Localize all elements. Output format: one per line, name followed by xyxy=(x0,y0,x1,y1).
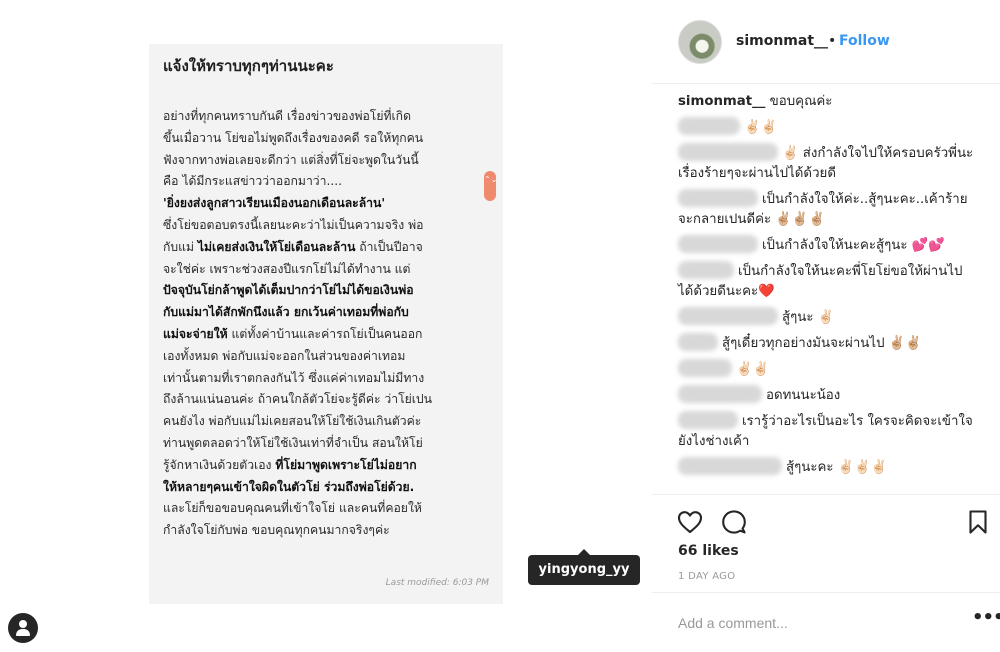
post-timestamp[interactable]: 1 DAY AGO xyxy=(678,571,735,582)
comment-text: สู้ๆนะคะ ✌🏻✌🏻✌🏻 xyxy=(786,460,888,475)
note-line-bold: 'ยิ่งยงส่งลูกสาวเรียนเมืองนอกเดือนละล้าน… xyxy=(163,196,386,211)
note-line-bold: ที่โย่มาพูดเพราะโย่ไม่อยาก xyxy=(275,457,417,472)
note-body: อย่างที่ทุกคนทราบกันดี เรื่องข่าวของพ่อโ… xyxy=(163,106,493,542)
username-link[interactable]: simonmat__ xyxy=(736,33,828,49)
post-header: simonmat__ • Follow xyxy=(652,0,1000,84)
post-sidebar: simonmat__ • Follow simonmat__ ขอบคุณค่ะ… xyxy=(652,0,1000,652)
note-screenshot: แจ้งให้ทราบทุกๆท่านนะคะ อย่างที่ทุกคนทรา… xyxy=(149,44,503,604)
note-title: แจ้งให้ทราบทุกๆท่านนะคะ xyxy=(163,57,334,75)
note-line: คนยังไง พ่อกับแม่ไม่เคยสอนให้โย่ใช้เงินเ… xyxy=(163,414,422,429)
comment-text: เป็นกำลังใจให้นะคะสู้ๆนะ 💕💕 xyxy=(762,238,945,253)
blurred-username xyxy=(678,307,778,325)
comment-item: เป็นกำลังใจให้นะคะพี่โยโย่ขอให้ผ่านไปได้… xyxy=(678,261,974,302)
user-tags-icon[interactable] xyxy=(8,613,38,643)
blurred-username xyxy=(678,411,738,429)
note-line-bold: ไม่เคยส่งเงินให้โย่เดือนละล้าน xyxy=(197,239,356,254)
blurred-username xyxy=(678,457,782,475)
note-line-bold: กับแม่มาได้สักพักนึงแล้ว ยกเว้นค่าเทอมที… xyxy=(163,305,409,320)
avatar[interactable] xyxy=(678,20,722,64)
comment-item: สู้ๆเดี๋ยวทุกอย่างมันจะผ่านไป ✌🏼✌🏼 xyxy=(678,333,974,354)
note-line: กำลังใจโย่กับพ่อ ขอบคุณทุกคนมากจริงๆค่ะ xyxy=(163,523,390,538)
comment-item: ✌🏻✌🏻 xyxy=(678,359,974,380)
heart-icon[interactable] xyxy=(676,508,704,536)
note-line: เท่านั้นตามที่เราตกลงกันไว้ ซึ่งแค่ค่าเท… xyxy=(163,370,425,385)
post-image[interactable]: แจ้งให้ทราบทุกๆท่านนะคะ อย่างที่ทุกคนทรา… xyxy=(0,0,652,652)
comment-item: ✌🏻✌🏻 xyxy=(678,117,974,138)
comment-item: ✌🏻 ส่งกำลังใจไปให้ครอบครัวพี่นะ เรื่องร้… xyxy=(678,143,974,184)
note-line: รู้จักหาเงินด้วยตัวเอง xyxy=(163,457,276,472)
note-line: กับแม่ xyxy=(163,239,198,254)
comment-list[interactable]: simonmat__ ขอบคุณค่ะ ✌🏻✌🏻 ✌🏻 ส่งกำลังใจไ… xyxy=(652,92,1000,494)
caption-username[interactable]: simonmat__ xyxy=(678,92,765,112)
person-head-shape xyxy=(19,620,27,628)
person-body-shape xyxy=(16,629,30,636)
note-line: เองทั้งหมด พ่อกับแม่จะออกในส่วนของค่าเทอ… xyxy=(163,348,406,363)
note-line-bold: ปัจจุบันโย่กล้าพูดได้เต็มปากว่าโย่ไม่ได้… xyxy=(163,283,414,298)
blurred-username xyxy=(678,333,718,351)
note-line: ท่านพูดตลอดว่าให้โย่ใช้เงินเท่าที่จำเป็น… xyxy=(163,435,423,450)
note-line-bold: ให้หลายๆคนเข้าใจผิดในตัวโย่ ร่วมถึงพ่อโย… xyxy=(163,479,415,494)
blurred-username xyxy=(678,235,758,253)
last-modified-text: Last modified: 6:03 PM xyxy=(385,578,489,588)
comment-item: สู้ๆนะ ✌🏻 xyxy=(678,307,974,328)
more-options-button[interactable]: ••• xyxy=(972,607,1000,628)
blurred-username xyxy=(678,117,740,135)
comment-text: อดทนนะน้อง xyxy=(766,388,841,403)
comment-item: เป็นกำลังใจให้ค่ะ..สู้ๆนะคะ..เค้าร้ายจะก… xyxy=(678,189,974,230)
note-line: และโย่ก็ขอขอบคุณคนที่เข้าใจโย่ และคนที่ค… xyxy=(163,501,422,516)
comment-item: อดทนนะน้อง xyxy=(678,385,974,406)
comment-form: ••• xyxy=(652,592,1000,652)
comment-item: เรารู้ว่าอะไรเป็นอะไร ใครจะคิดจะเข้าใจยั… xyxy=(678,411,974,452)
caption: simonmat__ ขอบคุณค่ะ xyxy=(678,92,974,112)
likes-count[interactable]: 66 likes xyxy=(678,543,739,559)
separator-dot: • xyxy=(828,33,837,49)
note-line: ฟังจากทางพ่อเลยจะดีกว่า แต่สิ่งที่โย่จะพ… xyxy=(163,152,419,167)
note-line: อย่างที่ทุกคนทราบกันดี เรื่องข่าวของพ่อโ… xyxy=(163,109,411,123)
comment-text: สู้ๆนะ ✌🏻 xyxy=(782,310,835,325)
note-line: ถึงล้านแน่นอนค่ะ ถ้าคนใกล้ตัวโย่จะรู้ดีค… xyxy=(163,392,432,407)
comment-text: ✌🏻✌🏻 xyxy=(744,120,778,135)
blurred-username xyxy=(678,359,732,377)
scroll-indicator: ⌃⌄ xyxy=(484,171,497,201)
comment-text: ✌🏻✌🏻 xyxy=(736,362,770,377)
comment-input[interactable] xyxy=(678,610,948,636)
note-line: ถ้าเป็นปีอาจ xyxy=(355,239,423,254)
note-line: ซึ่งโย่ขอตอบตรงนี้เลยนะคะว่าไม่เป็นความจ… xyxy=(163,217,424,232)
blurred-username xyxy=(678,261,734,279)
bookmark-icon[interactable] xyxy=(964,508,992,536)
blurred-username xyxy=(678,189,758,207)
blurred-username xyxy=(678,143,778,161)
user-tag[interactable]: yingyong_yy xyxy=(528,555,640,585)
comment-item: สู้ๆนะคะ ✌🏻✌🏻✌🏻 xyxy=(678,457,974,478)
comment-text: สู้ๆเดี๋ยวทุกอย่างมันจะผ่านไป ✌🏼✌🏼 xyxy=(722,336,922,351)
blurred-username xyxy=(678,385,762,403)
follow-button[interactable]: Follow xyxy=(839,33,890,49)
note-line: แต่ทั้งค่าบ้านและค่ารถโย่เป็นคนออก xyxy=(227,326,423,341)
comment-item: เป็นกำลังใจให้นะคะสู้ๆนะ 💕💕 xyxy=(678,235,974,256)
note-line: คือ ได้มีกระแสข่าวว่าออกมาว่า.... xyxy=(163,174,342,189)
note-line: ขึ้นเมื่อวาน โย่ขอไม่พูดถึงเรื่องของคดี … xyxy=(163,130,424,145)
note-line-bold: แม่จะจ่ายให้ xyxy=(163,326,228,341)
comment-bubble-icon[interactable] xyxy=(720,508,748,536)
note-line: จะใช่ค่ะ เพราะช่วงสองปีแรกโย่ไม่ได้ทำงาน… xyxy=(163,261,411,276)
caption-text: ขอบคุณค่ะ xyxy=(769,94,833,109)
